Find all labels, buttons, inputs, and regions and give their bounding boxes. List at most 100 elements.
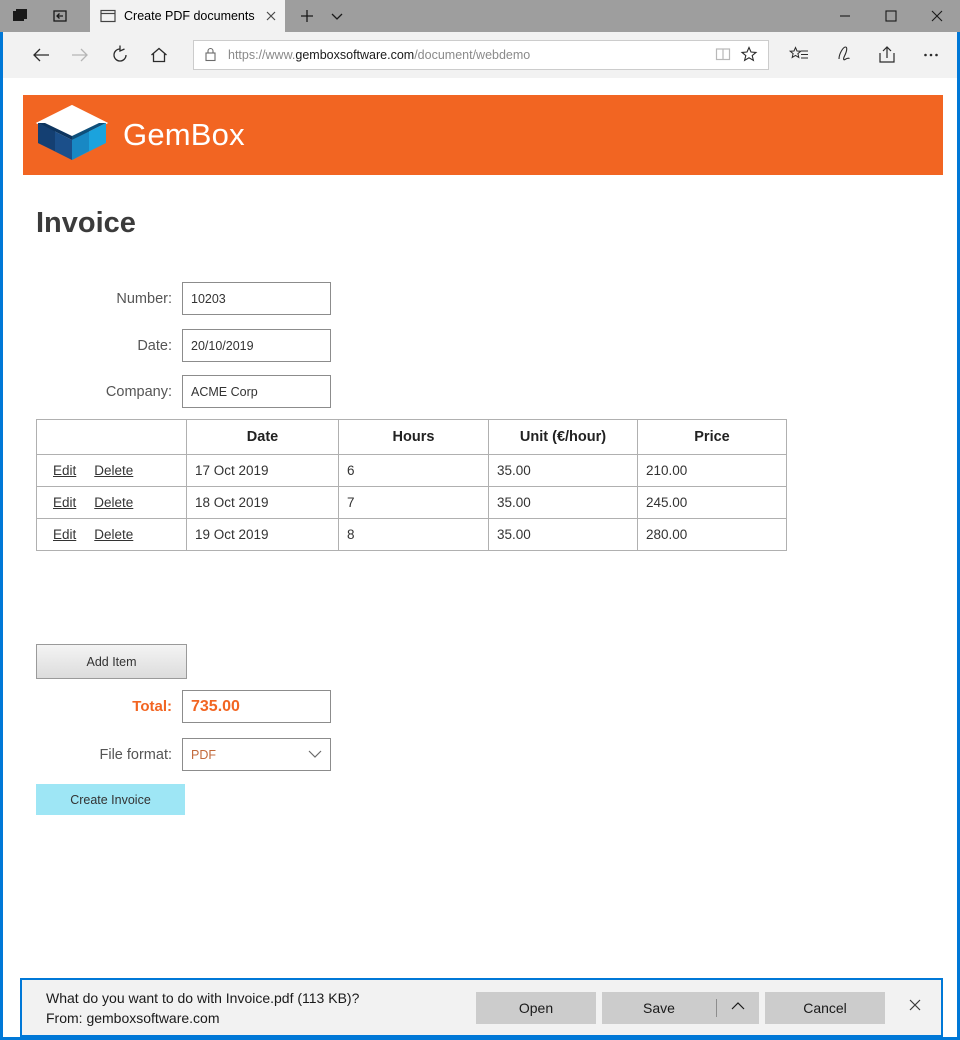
download-message: What do you want to do with Invoice.pdf … xyxy=(46,988,359,1028)
column-header-actions xyxy=(37,420,187,455)
cell-unit: 35.00 xyxy=(489,455,638,487)
share-icon[interactable] xyxy=(869,38,905,72)
download-notification-bar: What do you want to do with Invoice.pdf … xyxy=(20,978,943,1037)
page-viewport: GemBox Invoice Number: 10203 Date: 20/10… xyxy=(3,78,957,958)
close-icon xyxy=(907,997,923,1018)
url-path: /document/webdemo xyxy=(414,48,530,62)
row-actions-cell: Edit Delete xyxy=(37,519,187,551)
total-value: 735.00 xyxy=(182,690,331,723)
download-source: From: gemboxsoftware.com xyxy=(46,1008,359,1028)
company-input[interactable]: ACME Corp xyxy=(182,375,331,408)
number-label: Number: xyxy=(36,291,182,307)
delete-link[interactable]: Delete xyxy=(94,527,133,542)
cell-date: 19 Oct 2019 xyxy=(187,519,339,551)
refresh-button[interactable] xyxy=(100,37,140,73)
favorites-list-icon[interactable] xyxy=(781,38,817,72)
set-aside-tabs-icon[interactable] xyxy=(52,7,70,25)
url-text: https://www.gemboxsoftware.com/document/… xyxy=(228,48,708,62)
browser-window: Create PDF documents xyxy=(0,0,960,1040)
chevron-up-icon xyxy=(730,999,746,1017)
more-options-icon[interactable] xyxy=(913,38,949,72)
table-header-row: Date Hours Unit (€/hour) Price xyxy=(37,420,787,455)
navigation-bar: https://www.gemboxsoftware.com/document/… xyxy=(3,32,957,78)
total-amount: 735.00 xyxy=(191,698,240,716)
file-format-value: PDF xyxy=(191,748,216,762)
page-icon xyxy=(100,9,116,23)
download-question: What do you want to do with Invoice.pdf … xyxy=(46,988,359,1008)
tab-preview-icon[interactable] xyxy=(12,7,30,25)
new-tab-icon[interactable] xyxy=(297,6,317,26)
column-header-price: Price xyxy=(638,420,787,455)
delete-link[interactable]: Delete xyxy=(94,463,133,478)
date-input[interactable]: 20/10/2019 xyxy=(182,329,331,362)
column-header-unit: Unit (€/hour) xyxy=(489,420,638,455)
tab-title: Create PDF documents xyxy=(124,9,255,23)
maximize-button[interactable] xyxy=(868,0,914,32)
site-header: GemBox xyxy=(23,95,943,175)
tabbar-actions xyxy=(285,0,347,32)
page-title: Invoice xyxy=(36,207,136,240)
close-icon[interactable] xyxy=(263,8,279,24)
table-row: Edit Delete 17 Oct 2019 6 35.00 210.00 xyxy=(37,455,787,487)
invoice-items-table: Date Hours Unit (€/hour) Price Edit Dele… xyxy=(36,419,787,551)
title-bar: Create PDF documents xyxy=(0,0,960,32)
edit-link[interactable]: Edit xyxy=(53,527,76,542)
cell-date: 18 Oct 2019 xyxy=(187,487,339,519)
browser-tab[interactable]: Create PDF documents xyxy=(90,0,285,32)
form-row-total: Total: 735.00 xyxy=(36,690,341,723)
form-row-number: Number: 10203 xyxy=(36,282,341,315)
row-actions-cell: Edit Delete xyxy=(37,455,187,487)
edit-link[interactable]: Edit xyxy=(53,463,76,478)
add-item-button[interactable]: Add Item xyxy=(36,644,187,679)
cell-hours: 6 xyxy=(339,455,489,487)
browser-toolbar xyxy=(781,38,949,72)
table-row: Edit Delete 18 Oct 2019 7 35.00 245.00 xyxy=(37,487,787,519)
forward-button[interactable] xyxy=(61,37,101,73)
total-label: Total: xyxy=(36,698,182,715)
home-button[interactable] xyxy=(140,37,180,73)
brand-name: GemBox xyxy=(123,117,245,153)
create-invoice-button[interactable]: Create Invoice xyxy=(36,784,185,815)
delete-link[interactable]: Delete xyxy=(94,495,133,510)
tabbar-system-icons xyxy=(0,0,90,32)
chevron-down-icon[interactable] xyxy=(327,6,347,26)
window-controls xyxy=(822,0,960,32)
cell-price: 245.00 xyxy=(638,487,787,519)
save-button-group: Save xyxy=(602,992,759,1024)
lock-icon xyxy=(204,47,218,63)
edit-link[interactable]: Edit xyxy=(53,495,76,510)
dismiss-notification-button[interactable] xyxy=(891,980,939,1035)
open-button[interactable]: Open xyxy=(476,992,596,1024)
number-input[interactable]: 10203 xyxy=(182,282,331,315)
cancel-button[interactable]: Cancel xyxy=(765,992,885,1024)
column-header-date: Date xyxy=(187,420,339,455)
save-button[interactable]: Save xyxy=(602,992,716,1024)
form-row-file-format: File format: PDF xyxy=(36,738,341,771)
address-bar[interactable]: https://www.gemboxsoftware.com/document/… xyxy=(193,40,769,70)
reading-view-icon[interactable] xyxy=(714,45,734,65)
company-label: Company: xyxy=(36,384,182,400)
form-row-company: Company: ACME Corp xyxy=(36,375,341,408)
form-row-date: Date: 20/10/2019 xyxy=(36,329,341,362)
web-notes-icon[interactable] xyxy=(825,38,861,72)
close-window-button[interactable] xyxy=(914,0,960,32)
url-prefix: https://www. xyxy=(228,48,295,62)
cell-price: 280.00 xyxy=(638,519,787,551)
minimize-button[interactable] xyxy=(822,0,868,32)
row-actions-cell: Edit Delete xyxy=(37,487,187,519)
url-domain: gemboxsoftware.com xyxy=(295,48,414,62)
chevron-down-icon xyxy=(308,748,322,762)
favorite-star-icon[interactable] xyxy=(740,45,760,65)
date-label: Date: xyxy=(36,338,182,354)
file-format-select[interactable]: PDF xyxy=(182,738,331,771)
cell-date: 17 Oct 2019 xyxy=(187,455,339,487)
save-options-button[interactable] xyxy=(717,992,759,1024)
cell-unit: 35.00 xyxy=(489,519,638,551)
cell-unit: 35.00 xyxy=(489,487,638,519)
cell-price: 210.00 xyxy=(638,455,787,487)
cell-hours: 7 xyxy=(339,487,489,519)
back-button[interactable] xyxy=(21,37,61,73)
column-header-hours: Hours xyxy=(339,420,489,455)
gembox-logo-icon xyxy=(35,103,109,168)
table-row: Edit Delete 19 Oct 2019 8 35.00 280.00 xyxy=(37,519,787,551)
